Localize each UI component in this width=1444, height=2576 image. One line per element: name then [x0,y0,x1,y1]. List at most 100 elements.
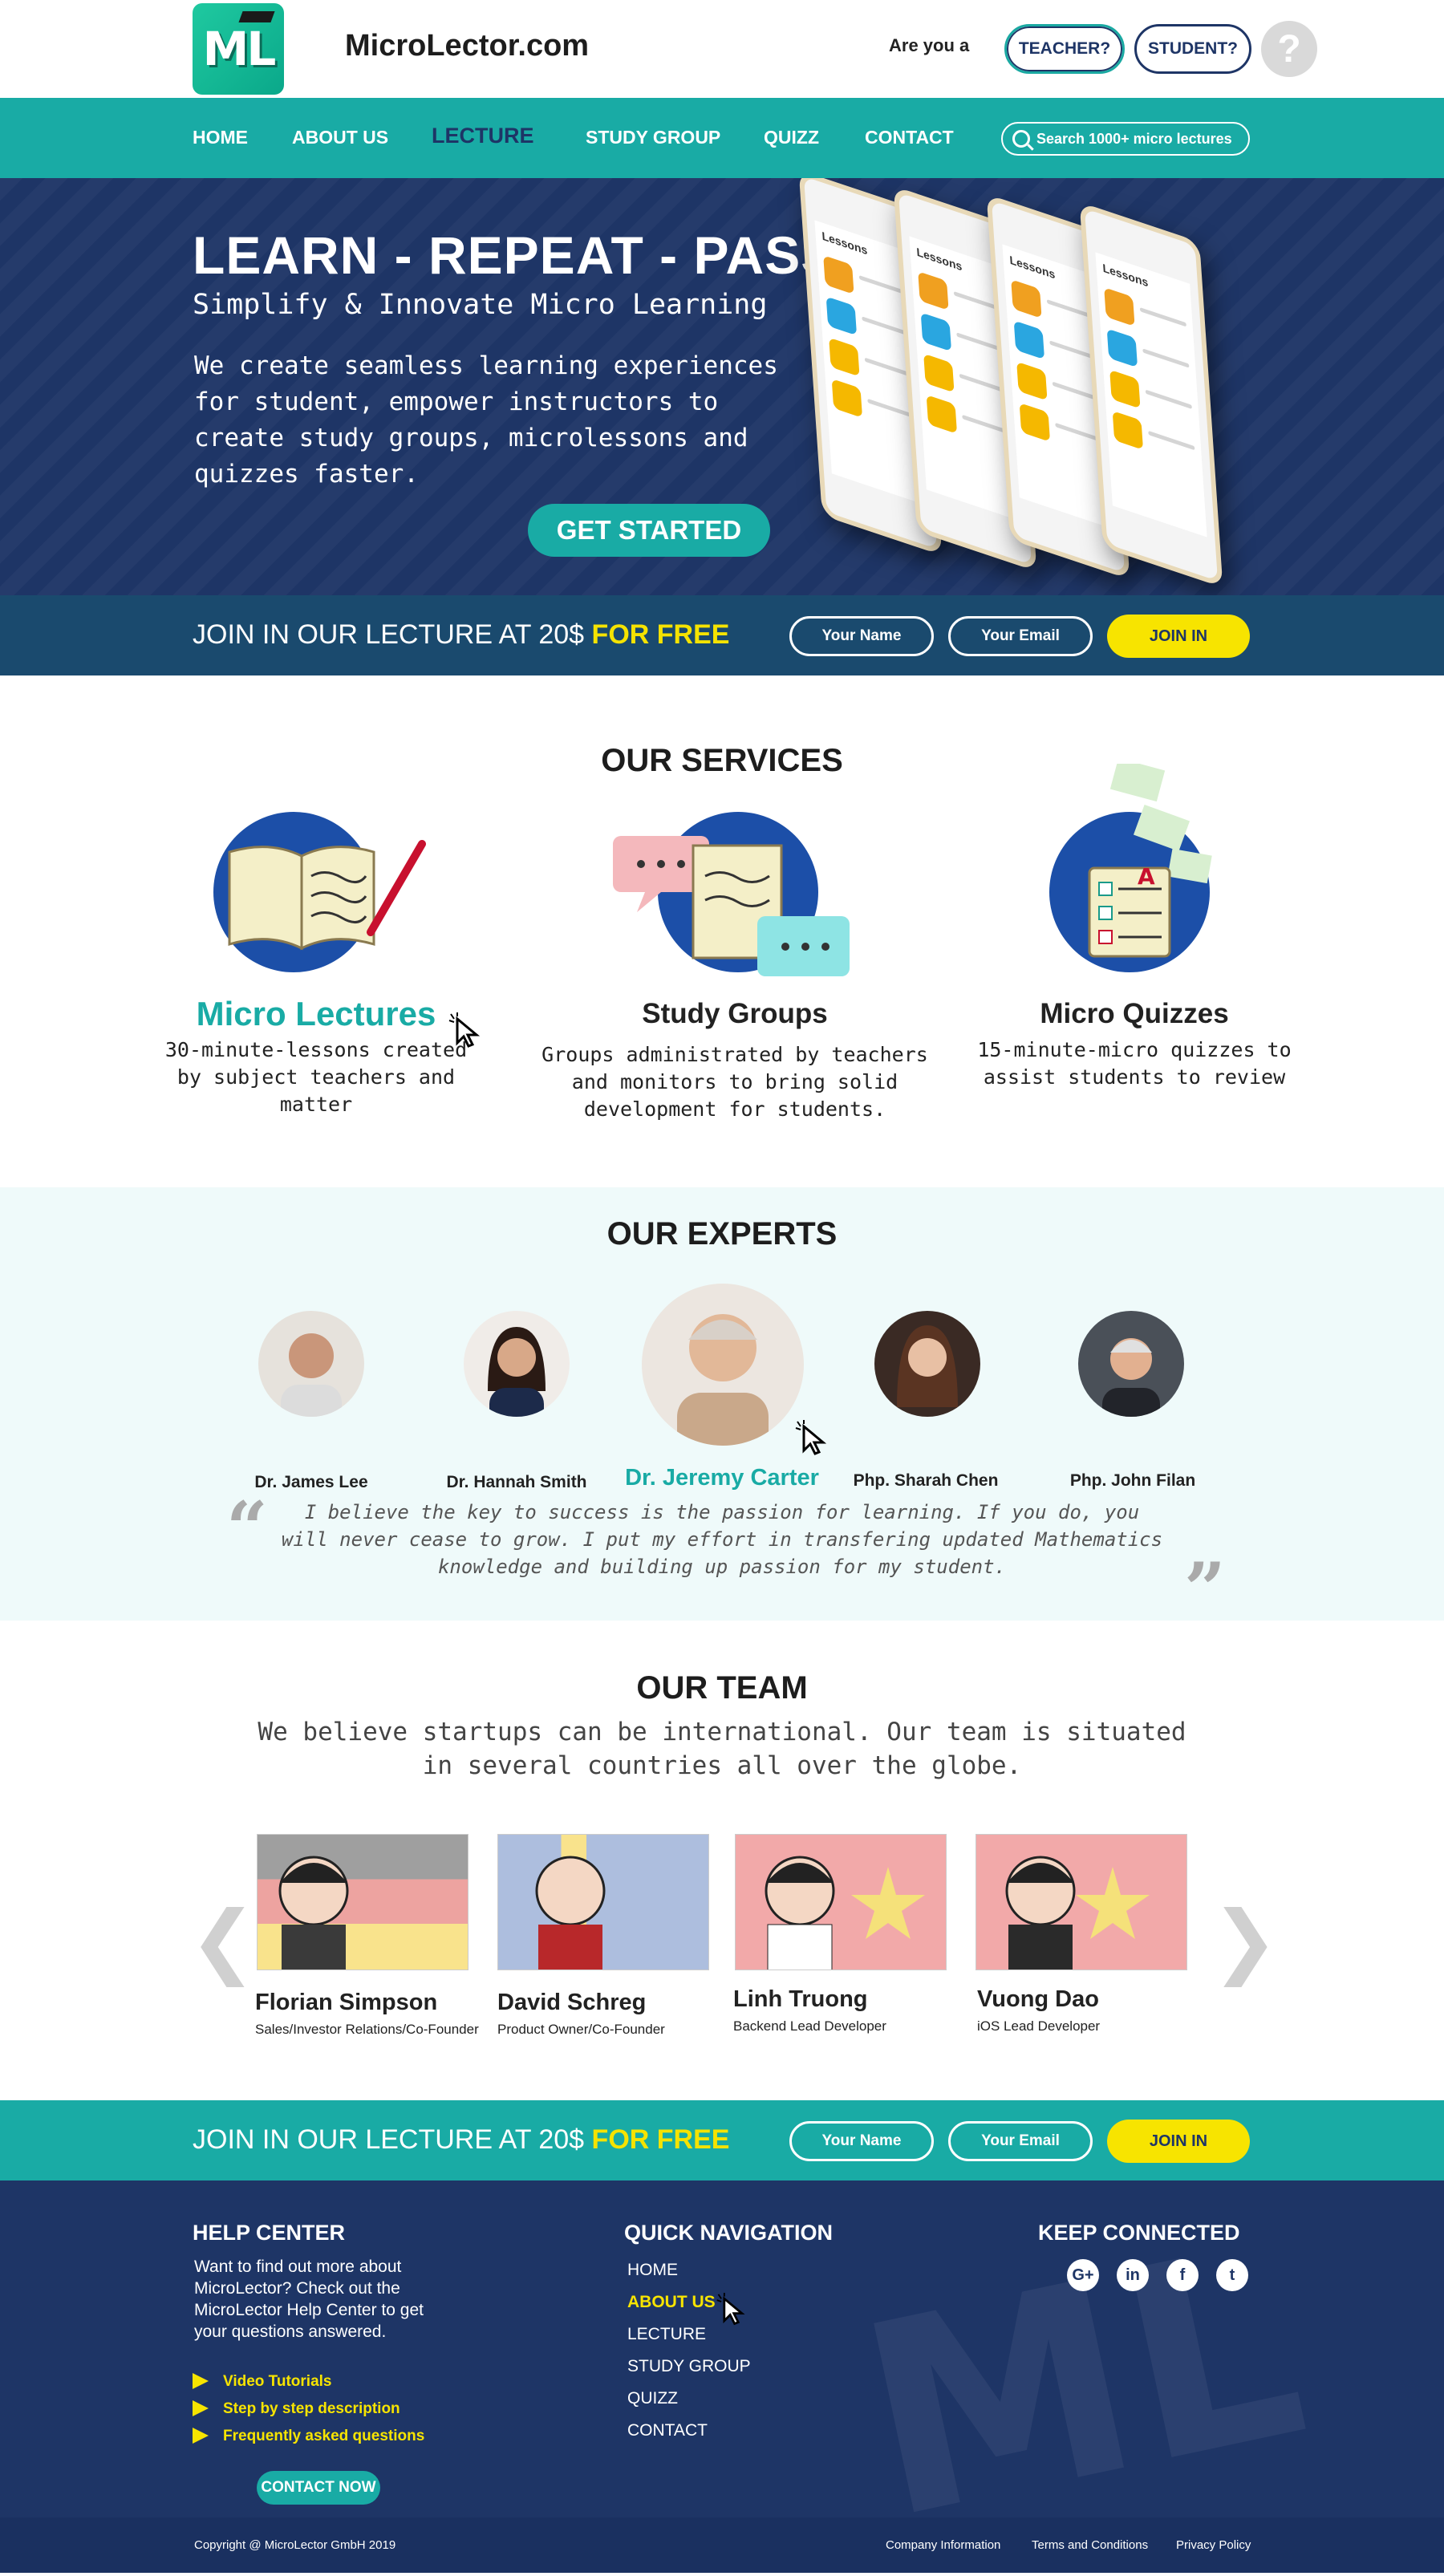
help-icon[interactable]: ? [1261,21,1317,77]
search-placeholder: Search 1000+ micro lectures [1036,130,1232,147]
expert-name[interactable]: Dr. Hannah Smith [412,1473,621,1492]
nav-item-lecture[interactable]: LECTURE [432,124,534,148]
nav-item-about-us[interactable]: ABOUT US [292,127,388,148]
join-in-button[interactable]: JOIN IN [1107,2120,1250,2163]
member-role: Backend Lead Developer [733,2018,886,2034]
expert-photo-jeremy-carter[interactable] [642,1284,804,1446]
footer: ML HELP CENTER Want to find out more abo… [0,2180,1444,2517]
nav-item-study-group[interactable]: STUDY GROUP [586,127,720,148]
footer-nav-home[interactable]: HOME [627,2261,678,2280]
footer-nav-study-group[interactable]: STUDY GROUP [627,2357,751,2376]
help-link-step-by-step[interactable]: Step by step description [223,2400,400,2418]
link-privacy-policy[interactable]: Privacy Policy [1176,2538,1251,2552]
teacher-button[interactable]: TEACHER? [1004,24,1125,74]
hero-subtitle: Simplify & Innovate Micro Learning [193,289,768,321]
service-micro-quizzes-title[interactable]: Micro Quizzes [974,998,1295,1030]
team-section: OUR TEAM We believe startups can be inte… [0,1621,1444,2100]
cursor-icon [716,2293,745,2326]
quiz-sheet-icon: A [1049,764,1212,972]
join-bar-top: JOIN IN OUR LECTURE AT 20$ FOR FREE JOIN… [0,595,1444,675]
hero-body: We create seamless learning experiences … [194,351,778,489]
team-subtitle: We believe startups can be international… [258,1718,1186,1780]
member-name: Florian Simpson [255,1990,438,2015]
open-quote-icon: “ [226,1486,268,1571]
arrow-right-icon [193,2373,209,2389]
logo-text: ML [202,22,277,76]
help-link-faq[interactable]: Frequently asked questions [223,2428,424,2445]
keep-connected-title: KEEP CONNECTED [1038,2221,1240,2245]
nav-item-quizz[interactable]: QUIZZ [764,127,819,148]
link-company-information[interactable]: Company Information [886,2538,1000,2552]
header: ML MicroLector.com Are you a TEACHER? ST… [0,0,1444,98]
nav-item-contact[interactable]: CONTACT [865,127,954,148]
help-link-video-tutorials[interactable]: Video Tutorials [223,2373,332,2391]
expert-name[interactable]: Php. Sharah Chen [821,1471,1030,1491]
are-you-label: Are you a [889,35,970,55]
help-center-text: Want to find out more about MicroLector?… [194,2258,424,2341]
chat-bubbles-icon [613,812,850,976]
team-title: OUR TEAM [636,1670,808,1706]
graduation-cap-icon [238,11,275,22]
expert-photo-john-filan[interactable] [1078,1311,1184,1417]
member-photo-david-schreg[interactable] [497,1834,709,1970]
member-name: Vuong Dao [977,1986,1099,2012]
name-field[interactable] [789,616,934,656]
search-input[interactable]: Search 1000+ micro lectures [1001,122,1250,156]
member-role: iOS Lead Developer [977,2018,1101,2034]
twitter-icon[interactable]: t [1216,2259,1248,2291]
experts-section: OUR EXPERTS Dr. James Lee Dr. Hannah Smi… [0,1187,1444,1632]
member-role: Product Owner/Co-Founder [497,2022,665,2037]
expert-name-active[interactable]: Dr. Jeremy Carter [618,1465,826,1491]
footer-nav-lecture[interactable]: LECTURE [627,2325,706,2344]
contact-now-button[interactable]: CONTACT NOW [257,2471,380,2505]
search-icon [1012,130,1030,148]
cursor-icon [795,1420,827,1455]
member-photo-vuong-dao[interactable] [976,1834,1187,1970]
arrow-right-icon [193,2400,209,2416]
help-center-title: HELP CENTER [193,2221,346,2245]
email-field[interactable] [948,2121,1093,2161]
member-photo-linh-truong[interactable] [735,1834,947,1970]
book-icon [213,812,426,972]
footer-nav-contact[interactable]: CONTACT [627,2421,708,2440]
carousel-next-icon[interactable]: ❯ [1211,1893,1279,1987]
service-study-groups-desc: Groups administrated by teachers and mon… [542,1043,928,1121]
arrow-right-icon [193,2428,209,2444]
service-micro-lectures-title[interactable]: Micro Lectures [156,995,477,1033]
copyright: Copyright @ MicroLector GmbH 2019 [194,2538,396,2552]
site-name[interactable]: MicroLector.com [345,29,589,63]
name-field[interactable] [789,2121,934,2161]
expert-photo-hannah-smith[interactable] [464,1311,570,1417]
service-study-groups-title[interactable]: Study Groups [574,998,895,1030]
join-in-button[interactable]: JOIN IN [1107,615,1250,658]
bottom-bar: Copyright @ MicroLector GmbH 2019 Compan… [0,2517,1444,2573]
hero-title: LEARN - REPEAT - PASS [193,225,838,285]
svg-text:A: A [1138,863,1155,890]
service-micro-lectures-desc: 30-minute-lessons created by subject tea… [164,1038,468,1116]
link-terms-and-conditions[interactable]: Terms and Conditions [1032,2538,1148,2552]
join-text: JOIN IN OUR LECTURE AT 20$ FOR FREE [193,2124,730,2155]
expert-photo-james-lee[interactable] [258,1311,364,1417]
expert-photo-sharah-chen[interactable] [874,1311,980,1417]
page: ML MicroLector.com Are you a TEACHER? ST… [0,0,1444,2573]
footer-nav-about-us[interactable]: ABOUT US [627,2293,716,2312]
facebook-icon[interactable]: f [1166,2259,1199,2291]
linkedin-icon[interactable]: in [1117,2259,1149,2291]
google-plus-icon[interactable]: G+ [1067,2259,1099,2291]
close-quote-icon: ” [1184,1547,1226,1632]
logo[interactable]: ML [193,3,284,95]
member-role: Sales/Investor Relations/Co-Founder [255,2022,479,2037]
expert-quote: I believe the key to success is the pass… [281,1501,1163,1578]
carousel-prev-icon[interactable]: ❮ [189,1893,257,1987]
expert-name[interactable]: Php. John Filan [1028,1471,1237,1491]
quick-nav-title: QUICK NAVIGATION [624,2221,833,2245]
phone-mockup: Lessons [1079,201,1223,588]
member-name: David Schreg [497,1990,647,2015]
member-photo-florian-simpson[interactable] [257,1834,468,1970]
get-started-button[interactable]: GET STARTED [528,504,770,557]
student-button[interactable]: STUDENT? [1134,24,1251,74]
main-nav: HOME ABOUT US LECTURE STUDY GROUP QUIZZ … [0,98,1444,268]
email-field[interactable] [948,616,1093,656]
nav-item-home[interactable]: HOME [193,127,248,148]
footer-nav-quizz[interactable]: QUIZZ [627,2389,678,2408]
